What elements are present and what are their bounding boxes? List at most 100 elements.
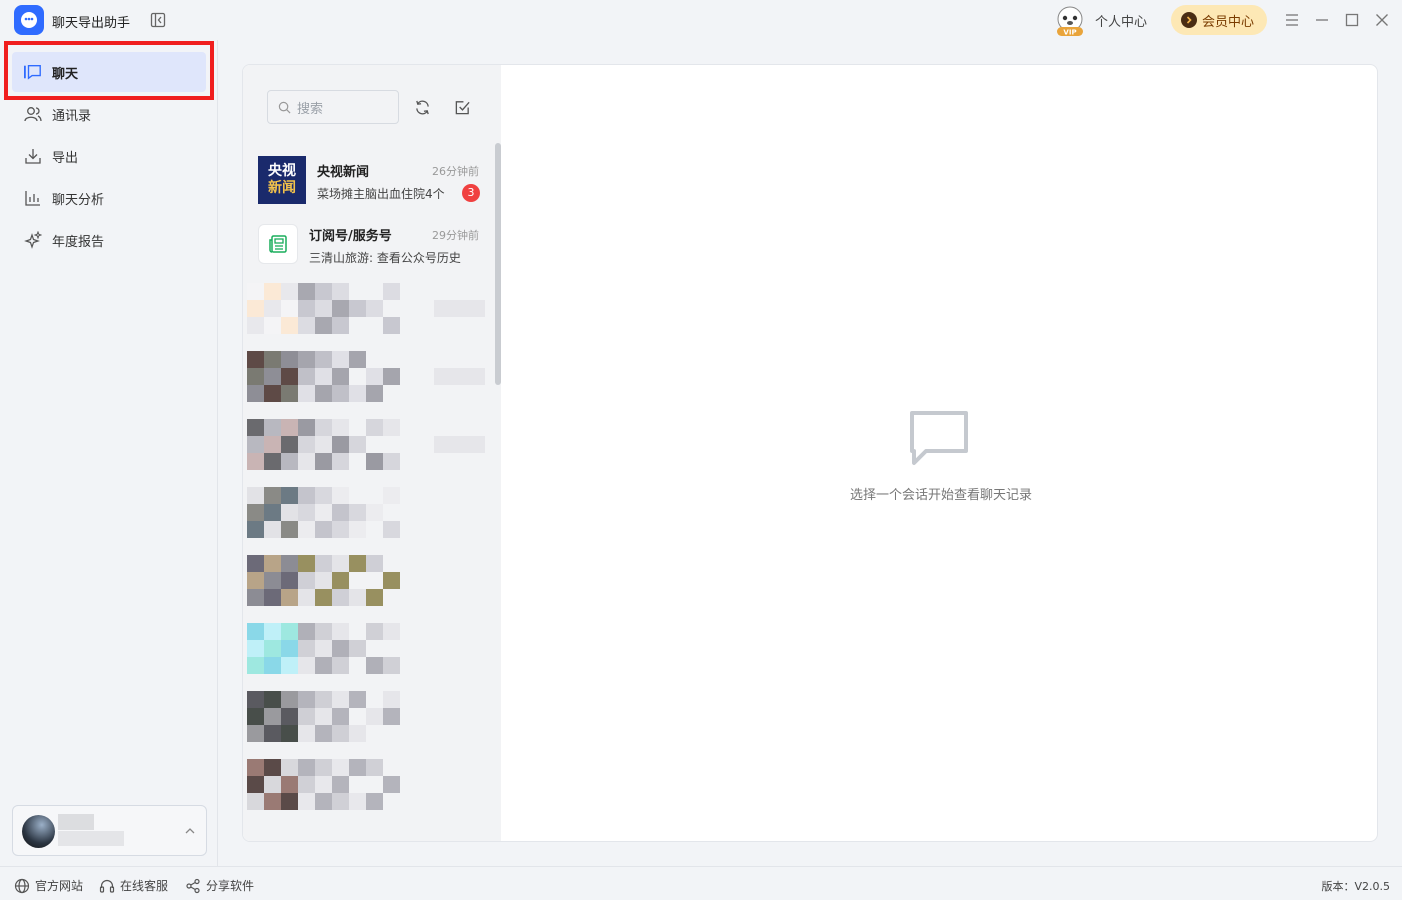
conversation-item[interactable]: 央视新闻 26分钟前 菜场摊主脑出血住院4个 3	[243, 149, 493, 211]
share-link[interactable]: 分享软件	[185, 877, 254, 894]
menu-icon[interactable]	[1283, 11, 1301, 29]
mosaic-pixel	[298, 793, 315, 810]
user-id-blurred	[58, 831, 124, 846]
mosaic-pixel	[281, 555, 298, 572]
mosaic-pixel	[247, 351, 264, 368]
mosaic-pixel	[332, 623, 349, 640]
mosaic-pixel	[298, 419, 315, 436]
mosaic-pixel	[315, 691, 332, 708]
mosaic-pixel	[332, 368, 349, 385]
user-name-blurred	[58, 814, 94, 830]
mosaic-pixel	[349, 300, 366, 317]
mosaic-pixel	[366, 453, 383, 470]
mosaic-pixel	[366, 657, 383, 674]
mosaic-pixel	[281, 708, 298, 725]
mosaic-pixel	[315, 708, 332, 725]
mosaic-pixel	[264, 657, 281, 674]
member-center-label: 会员中心	[1202, 14, 1255, 30]
mosaic-pixel	[298, 657, 315, 674]
mosaic-pixel	[264, 419, 281, 436]
mosaic-pixel	[264, 385, 281, 402]
mosaic-pixel	[349, 436, 366, 453]
mosaic-pixel	[264, 521, 281, 538]
conversation-item[interactable]: 订阅号/服务号 29分钟前 三清山旅游: 查看公众号历史	[243, 213, 493, 275]
mosaic-pixel	[264, 572, 281, 589]
mosaic-pixel	[264, 555, 281, 572]
vip-avatar-icon[interactable]: VIP	[1053, 5, 1087, 37]
sidebar-item-export[interactable]: 导出	[12, 136, 206, 176]
mosaic-pixel	[247, 487, 264, 504]
minimize-icon[interactable]	[1313, 11, 1331, 29]
sparkle-icon	[24, 231, 42, 249]
mosaic-pixel	[264, 300, 281, 317]
mosaic-pixel	[366, 759, 383, 776]
search-icon	[278, 101, 291, 113]
mosaic-pixel	[247, 572, 264, 589]
mosaic-pixel	[264, 589, 281, 606]
mosaic-pixel	[281, 657, 298, 674]
maximize-icon[interactable]	[1343, 11, 1361, 29]
mosaic-pixel	[264, 283, 281, 300]
bar-chart-icon	[25, 191, 40, 206]
mosaic-pixel	[315, 436, 332, 453]
mosaic-pixel	[298, 351, 315, 368]
user-account-card[interactable]	[12, 805, 207, 856]
mosaic-pixel	[383, 283, 400, 300]
mosaic-pixel	[383, 521, 400, 538]
mosaic-pixel	[247, 436, 264, 453]
conversation-name: 订阅号/服务号	[309, 229, 392, 244]
chevron-up-icon[interactable]	[183, 824, 197, 838]
mosaic-pixel	[332, 351, 349, 368]
mosaic-pixel	[315, 504, 332, 521]
official-site-link[interactable]: 官方网站	[14, 877, 83, 894]
mosaic-pixel	[281, 776, 298, 793]
mosaic-pixel	[468, 300, 485, 317]
mosaic-pixel	[451, 368, 468, 385]
sidebar-item-analysis[interactable]: 聊天分析	[12, 178, 206, 218]
mosaic-pixel	[298, 453, 315, 470]
mosaic-pixel	[247, 623, 264, 640]
mosaic-pixel	[383, 572, 400, 589]
sidebar-item-contacts[interactable]: 通讯录	[12, 94, 206, 134]
mosaic-pixel	[281, 572, 298, 589]
personal-center-link[interactable]: 个人中心	[1095, 11, 1147, 30]
mosaic-pixel	[349, 385, 366, 402]
mosaic-pixel	[349, 504, 366, 521]
search-input[interactable]: 搜索	[267, 90, 399, 124]
mosaic-pixel	[366, 623, 383, 640]
online-support-link[interactable]: 在线客服	[99, 877, 168, 894]
online-support-label: 在线客服	[120, 879, 169, 893]
mosaic-pixel	[247, 521, 264, 538]
mosaic-pixel	[315, 521, 332, 538]
mosaic-pixel	[264, 504, 281, 521]
mosaic-pixel	[332, 708, 349, 725]
empty-chat-icon	[910, 411, 968, 465]
mosaic-pixel	[281, 283, 298, 300]
mosaic-pixel	[332, 317, 349, 334]
mosaic-pixel	[315, 640, 332, 657]
mosaic-pixel	[383, 708, 400, 725]
scrollbar[interactable]	[495, 143, 501, 385]
mosaic-pixel	[366, 504, 383, 521]
close-icon[interactable]	[1373, 11, 1391, 29]
download-icon	[25, 149, 41, 164]
mosaic-pixel	[247, 419, 264, 436]
mosaic-pixel	[349, 589, 366, 606]
conversation-time: 29分钟前	[432, 229, 479, 242]
mosaic-pixel	[281, 419, 298, 436]
mosaic-pixel	[332, 487, 349, 504]
sidebar-item-annual-report[interactable]: 年度报告	[12, 220, 206, 260]
mosaic-pixel	[332, 555, 349, 572]
refresh-icon[interactable]	[414, 99, 431, 116]
sidebar-item-label: 聊天分析	[52, 192, 105, 208]
mosaic-pixel	[383, 657, 400, 674]
collapse-sidebar-icon[interactable]	[150, 12, 166, 28]
mosaic-pixel	[349, 640, 366, 657]
mosaic-pixel	[383, 368, 400, 385]
member-center-button[interactable]: 会员中心	[1171, 5, 1267, 35]
mosaic-pixel	[298, 317, 315, 334]
mosaic-pixel	[264, 776, 281, 793]
mosaic-pixel	[332, 793, 349, 810]
multi-select-icon[interactable]	[454, 99, 471, 116]
mosaic-pixel	[264, 725, 281, 742]
